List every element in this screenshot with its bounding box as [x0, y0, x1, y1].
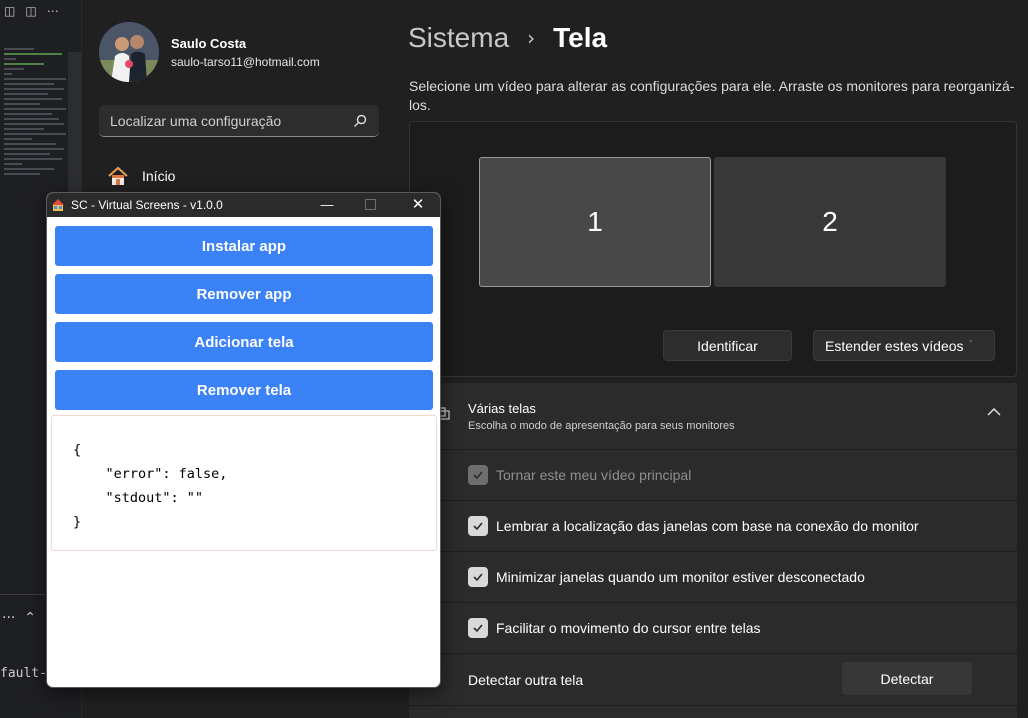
user-email: saulo-tarso11@hotmail.com [171, 55, 320, 69]
output-json: { "error": false, "stdout": "" } [73, 442, 228, 530]
checkmark-icon [473, 624, 483, 633]
search-placeholder: Localizar uma configuração [110, 112, 282, 129]
layout-icon[interactable]: ◫ [25, 4, 36, 18]
multiple-displays-title: Várias telas [468, 401, 536, 416]
monitor-2[interactable]: 2 [714, 157, 946, 287]
checkbox-minimize-windows[interactable] [468, 567, 488, 587]
option-row-ease-cursor[interactable]: Facilitar o movimento do cursor entre te… [409, 603, 1017, 654]
avatar[interactable] [99, 22, 159, 82]
option-label: Lembrar a localização das janelas com ba… [496, 518, 919, 534]
breadcrumb-parent[interactable]: Sistema [408, 22, 509, 54]
extend-displays-label: Estender estes vídeos [825, 337, 964, 354]
window-title: SC - Virtual Screens - v1.0.0 [71, 198, 223, 212]
checkmark-icon [473, 573, 483, 582]
checkmark-icon [473, 522, 483, 531]
editor-toolbar: ◫ ◫ ⋯ [0, 0, 82, 22]
output-panel: { "error": false, "stdout": "" } [51, 415, 437, 551]
chevron-right-icon: › [527, 26, 536, 50]
maximize-icon[interactable] [365, 199, 376, 210]
search-input[interactable]: Localizar uma configuração [99, 105, 379, 137]
checkmark-icon [473, 471, 483, 480]
app-icon [52, 199, 64, 211]
display-description: Selecione um vídeo para alterar as confi… [409, 78, 1015, 113]
editor-minimap[interactable] [4, 48, 68, 183]
option-row-primary[interactable]: Tornar este meu vídeo principal [409, 450, 1017, 501]
breadcrumb: Sistema › Tela [408, 22, 607, 54]
multiple-displays-panel: Várias telas Escolha o modo de apresenta… [409, 383, 1017, 718]
chevron-up-icon[interactable] [987, 407, 1001, 417]
detect-button[interactable]: Detectar [842, 662, 972, 695]
multiple-displays-header[interactable]: Várias telas Escolha o modo de apresenta… [409, 383, 1017, 450]
detect-row: Detectar outra tela Detectar [409, 654, 1017, 706]
remove-screen-button[interactable]: Remover tela [55, 370, 433, 410]
identify-button[interactable]: Identificar [663, 330, 792, 361]
virtual-screens-window: SC - Virtual Screens - v1.0.0 — ✕ Instal… [46, 192, 441, 688]
sidebar-item-home[interactable]: Início [107, 165, 175, 187]
more-icon[interactable]: ⋯ [47, 4, 59, 18]
checkbox-remember-windows[interactable] [468, 516, 488, 536]
close-icon[interactable]: ✕ [409, 195, 427, 213]
install-app-button[interactable]: Instalar app [55, 226, 433, 266]
option-label: Facilitar o movimento do cursor entre te… [496, 620, 761, 636]
panel-more-icon[interactable]: ··· ⌃ [2, 610, 36, 626]
home-icon [108, 166, 128, 185]
option-label: Minimizar janelas quando um monitor esti… [496, 569, 865, 585]
option-row-remember-windows[interactable]: Lembrar a localização das janelas com ba… [409, 501, 1017, 552]
split-editor-icon[interactable]: ◫ [4, 4, 15, 18]
minimize-icon[interactable]: — [319, 195, 335, 213]
extend-displays-dropdown[interactable]: Estender estes vídeos ´ [813, 330, 995, 361]
multiple-displays-subtitle: Escolha o modo de apresentação para seus… [468, 420, 735, 432]
monitor-1[interactable]: 1 [479, 157, 711, 287]
screen: ◫ ◫ ⋯ ··· ⌃ fault-ex Saulo Costa saulo-t… [0, 0, 1028, 718]
sidebar-item-label: Início [142, 168, 176, 184]
page-title: Tela [553, 22, 608, 53]
detect-label: Detectar outra tela [468, 672, 584, 688]
option-label: Tornar este meu vídeo principal [496, 467, 692, 483]
remove-app-button[interactable]: Remover app [55, 274, 433, 314]
user-name: Saulo Costa [171, 36, 247, 51]
monitor-arrangement: 1 2 Identificar Estender estes vídeos ´ [409, 121, 1017, 377]
option-row-minimize-windows[interactable]: Minimizar janelas quando um monitor esti… [409, 552, 1017, 603]
search-icon [354, 114, 367, 127]
add-screen-button[interactable]: Adicionar tela [55, 322, 433, 362]
checkbox-primary[interactable] [468, 465, 488, 485]
checkbox-ease-cursor[interactable] [468, 618, 488, 638]
chevron-down-icon: ´ [969, 340, 973, 351]
window-titlebar[interactable]: SC - Virtual Screens - v1.0.0 — ✕ [47, 193, 440, 217]
